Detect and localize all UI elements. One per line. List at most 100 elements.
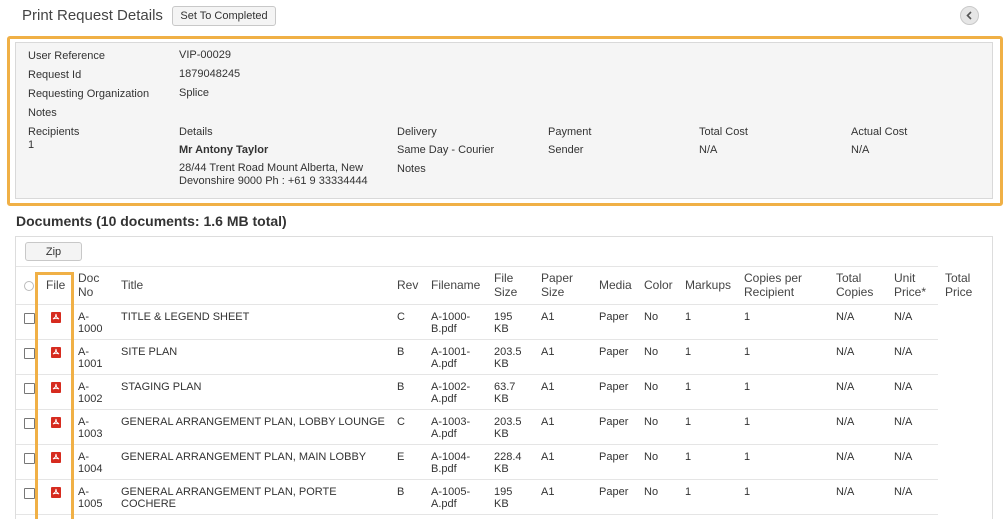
cell-title: GENERAL ARRANGEMENT PLAN, MAIN LOBBY: [121, 451, 367, 463]
cell-doc-no-2: 1000: [78, 323, 103, 335]
col-unit-price-1[interactable]: Unit: [894, 272, 915, 285]
row-checkbox[interactable]: [24, 418, 35, 429]
row-divider: [16, 479, 938, 480]
org-label: Requesting Organization: [28, 88, 150, 100]
cell-filename-1[interactable]: A-1002-: [431, 382, 470, 393]
cell-media: Paper: [599, 451, 629, 463]
info-highlight: [7, 36, 1003, 206]
cell-filename-2[interactable]: A.pdf: [431, 429, 457, 440]
delivery-value: Same Day - Courier: [397, 144, 495, 156]
row-checkbox[interactable]: [24, 453, 35, 464]
cell-filename-2[interactable]: B.pdf: [431, 464, 457, 475]
cell-total-copies: N/A: [836, 486, 855, 498]
request-id-label: Request Id: [28, 69, 82, 81]
cell-size-1: 195: [494, 486, 513, 498]
documents-heading: Documents (10 documents: 1.6 MB total): [16, 213, 287, 229]
cell-filename-2[interactable]: A.pdf: [431, 499, 457, 510]
cell-filename-2[interactable]: A.pdf: [431, 394, 457, 405]
cell-title: STAGING PLAN: [121, 381, 202, 393]
cell-doc-no-2: 1002: [78, 393, 103, 405]
col-total-price-1[interactable]: Total: [945, 272, 970, 285]
cell-size-1: 228.4: [494, 451, 522, 463]
row-checkbox[interactable]: [24, 383, 35, 394]
cell-filename-1[interactable]: A-1005-: [431, 487, 470, 498]
row-divider: [16, 339, 938, 340]
cell-title: TITLE & LEGEND SHEET: [121, 311, 250, 323]
cell-total-copies: N/A: [836, 416, 855, 428]
col-copies-1[interactable]: Copies per: [744, 272, 802, 285]
cell-size-2: KB: [494, 428, 509, 440]
cell-rev: B: [397, 486, 405, 498]
cell-doc-no-2: 1005: [78, 498, 103, 510]
total-cost-value: N/A: [699, 144, 718, 156]
user-reference-label: User Reference: [28, 50, 106, 62]
cell-size-2: KB: [494, 463, 509, 475]
row-checkbox[interactable]: [24, 313, 35, 324]
actual-cost-label: Actual Cost: [851, 126, 908, 138]
cell-title: GENERAL ARRANGEMENT PLAN, LOBBY LOUNGE: [121, 416, 385, 428]
col-file-size-2[interactable]: Size: [494, 286, 517, 299]
select-all-radio[interactable]: [24, 281, 34, 291]
cell-doc-no-2: 1001: [78, 358, 103, 370]
cell-copies: 1: [744, 416, 751, 428]
cell-filename-1[interactable]: A-1004-: [431, 452, 470, 463]
col-paper-size-1[interactable]: Paper: [541, 272, 573, 285]
recipient-address-line-1: 28/44 Trent Road Mount Alberta, New: [179, 162, 364, 174]
cell-copies: 1: [744, 381, 751, 393]
cell-size-1: 203.5: [494, 416, 522, 428]
cell-size-2: KB: [494, 393, 509, 405]
cell-total-copies: N/A: [836, 451, 855, 463]
actual-cost-value: N/A: [851, 144, 870, 156]
cell-doc-no-1: A-: [78, 346, 89, 358]
cell-filename-1[interactable]: A-1001-: [431, 347, 470, 358]
col-rev[interactable]: Rev: [397, 279, 418, 292]
set-to-completed-button[interactable]: Set To Completed: [172, 6, 276, 26]
col-copies-2[interactable]: Recipient: [744, 286, 794, 299]
file-column-highlight: [35, 272, 74, 519]
cell-size-2: KB: [494, 358, 509, 370]
zip-button[interactable]: Zip: [25, 242, 82, 261]
cell-size-1: 203.5: [494, 346, 522, 358]
cell-media: Paper: [599, 311, 629, 323]
cell-unit-price: N/A: [894, 346, 913, 358]
cell-media: Paper: [599, 486, 629, 498]
cell-size-1: 63.7: [494, 381, 516, 393]
cell-doc-no-1: A-: [78, 416, 89, 428]
page-title: Print Request Details: [22, 7, 163, 24]
cell-title-2: COCHERE: [121, 498, 177, 510]
row-checkbox[interactable]: [24, 488, 35, 499]
cell-total-copies: N/A: [836, 311, 855, 323]
back-button[interactable]: [960, 6, 979, 25]
col-unit-price-2[interactable]: Price*: [894, 286, 926, 299]
cell-size-2: KB: [494, 323, 509, 335]
col-paper-size-2[interactable]: Size: [541, 286, 564, 299]
col-total-copies-2[interactable]: Copies: [836, 286, 873, 299]
cell-markups: 1: [685, 346, 692, 358]
request-id-value: 1879048245: [179, 68, 241, 80]
col-file-size-1[interactable]: File: [494, 272, 513, 285]
cell-unit-price: N/A: [894, 416, 913, 428]
user-reference-value: VIP-00029: [179, 49, 231, 61]
col-markups[interactable]: Markups: [685, 279, 731, 292]
cell-filename-1[interactable]: A-1003-: [431, 417, 470, 428]
col-filename[interactable]: Filename: [431, 279, 480, 292]
col-title[interactable]: Title: [121, 279, 143, 292]
col-total-price-2[interactable]: Price: [945, 286, 972, 299]
cell-media: Paper: [599, 416, 629, 428]
col-doc-no-2[interactable]: No: [78, 286, 93, 299]
col-color[interactable]: Color: [644, 279, 673, 292]
cell-markups: 1: [685, 486, 692, 498]
row-checkbox[interactable]: [24, 348, 35, 359]
org-value: Splice: [179, 87, 209, 99]
chevron-left-icon: [966, 11, 972, 20]
col-doc-no-1[interactable]: Doc: [78, 272, 99, 285]
col-total-copies-1[interactable]: Total: [836, 272, 861, 285]
cell-total-copies: N/A: [836, 346, 855, 358]
cell-filename-2[interactable]: B.pdf: [431, 324, 457, 335]
cell-filename-2[interactable]: A.pdf: [431, 359, 457, 370]
total-cost-label: Total Cost: [699, 126, 748, 138]
cell-filename-1[interactable]: A-1000-: [431, 312, 470, 323]
cell-media: Paper: [599, 381, 629, 393]
cell-color: No: [644, 486, 659, 498]
col-media[interactable]: Media: [599, 279, 632, 292]
